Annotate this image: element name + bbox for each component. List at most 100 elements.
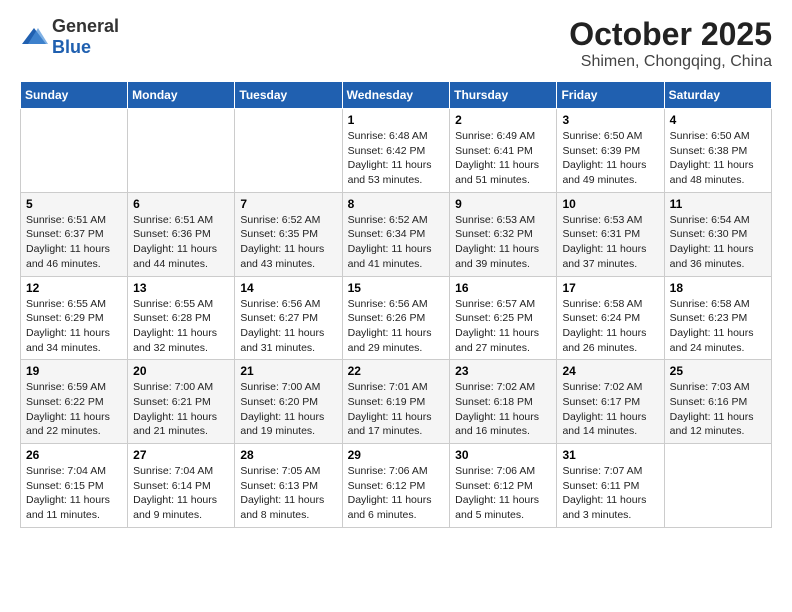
day-number: 5 xyxy=(26,197,122,211)
title-block: October 2025 Shimen, Chongqing, China xyxy=(569,16,772,71)
day-number: 3 xyxy=(562,113,658,127)
calendar-cell: 31 Sunrise: 7:07 AMSunset: 6:11 PMDayligh… xyxy=(557,444,664,528)
calendar-cell: 16 Sunrise: 6:57 AMSunset: 6:25 PMDayligh… xyxy=(450,276,557,360)
day-info: Sunrise: 7:06 AMSunset: 6:12 PMDaylight:… xyxy=(348,464,445,523)
calendar-cell: 10 Sunrise: 6:53 AMSunset: 6:31 PMDayligh… xyxy=(557,192,664,276)
calendar-cell: 27Sunrise: 7:04 AMSunset: 6:14 PMDayligh… xyxy=(128,444,235,528)
calendar-cell: 11Sunrise: 6:54 AMSunset: 6:30 PMDayligh… xyxy=(664,192,771,276)
day-info: Sunrise: 6:55 AMSunset: 6:29 PMDaylight:… xyxy=(26,297,122,356)
day-number: 25 xyxy=(670,364,766,378)
day-number: 21 xyxy=(240,364,336,378)
calendar-cell: 5 Sunrise: 6:51 AMSunset: 6:37 PMDaylight… xyxy=(21,192,128,276)
logo-text: General Blue xyxy=(52,16,119,58)
calendar-cell: 9 Sunrise: 6:53 AMSunset: 6:32 PMDaylight… xyxy=(450,192,557,276)
day-info: Sunrise: 7:04 AMSunset: 6:15 PMDaylight:… xyxy=(26,464,122,523)
day-number: 17 xyxy=(562,281,658,295)
calendar-table: SundayMondayTuesdayWednesdayThursdayFrid… xyxy=(20,81,772,528)
calendar-cell: 21 Sunrise: 7:00 AMSunset: 6:20 PMDayligh… xyxy=(235,360,342,444)
calendar-cell: 24 Sunrise: 7:02 AMSunset: 6:17 PMDayligh… xyxy=(557,360,664,444)
day-info: Sunrise: 6:48 AMSunset: 6:42 PMDaylight:… xyxy=(348,129,445,188)
day-info: Sunrise: 7:04 AMSunset: 6:14 PMDaylight:… xyxy=(133,464,229,523)
day-info: Sunrise: 6:56 AMSunset: 6:26 PMDaylight:… xyxy=(348,297,445,356)
calendar-cell: 19 Sunrise: 6:59 AMSunset: 6:22 PMDayligh… xyxy=(21,360,128,444)
calendar-cell: 7Sunrise: 6:52 AMSunset: 6:35 PMDaylight… xyxy=(235,192,342,276)
day-number: 9 xyxy=(455,197,551,211)
day-number: 29 xyxy=(348,448,445,462)
day-info: Sunrise: 7:00 AMSunset: 6:20 PMDaylight:… xyxy=(240,380,336,439)
weekday-header-wednesday: Wednesday xyxy=(342,82,450,109)
calendar-cell: 20 Sunrise: 7:00 AMSunset: 6:21 PMDayligh… xyxy=(128,360,235,444)
day-number: 19 xyxy=(26,364,122,378)
calendar-cell: 12 Sunrise: 6:55 AMSunset: 6:29 PMDayligh… xyxy=(21,276,128,360)
day-info: Sunrise: 6:53 AMSunset: 6:31 PMDaylight:… xyxy=(562,213,658,272)
day-number: 8 xyxy=(348,197,445,211)
day-number: 15 xyxy=(348,281,445,295)
calendar-cell xyxy=(235,109,342,193)
calendar-cell: 28Sunrise: 7:05 AMSunset: 6:13 PMDayligh… xyxy=(235,444,342,528)
week-row-1: 1Sunrise: 6:48 AMSunset: 6:42 PMDaylight… xyxy=(21,109,772,193)
weekday-header-row: SundayMondayTuesdayWednesdayThursdayFrid… xyxy=(21,82,772,109)
week-row-3: 12 Sunrise: 6:55 AMSunset: 6:29 PMDayligh… xyxy=(21,276,772,360)
day-number: 31 xyxy=(562,448,658,462)
weekday-header-monday: Monday xyxy=(128,82,235,109)
day-info: Sunrise: 7:06 AMSunset: 6:12 PMDaylight:… xyxy=(455,464,551,523)
day-info: Sunrise: 7:02 AMSunset: 6:17 PMDaylight:… xyxy=(562,380,658,439)
calendar-cell: 29 Sunrise: 7:06 AMSunset: 6:12 PMDayligh… xyxy=(342,444,450,528)
calendar-cell: 17 Sunrise: 6:58 AMSunset: 6:24 PMDayligh… xyxy=(557,276,664,360)
day-info: Sunrise: 7:00 AMSunset: 6:21 PMDaylight:… xyxy=(133,380,229,439)
calendar-cell: 14Sunrise: 6:56 AMSunset: 6:27 PMDayligh… xyxy=(235,276,342,360)
day-info: Sunrise: 6:53 AMSunset: 6:32 PMDaylight:… xyxy=(455,213,551,272)
day-info: Sunrise: 6:58 AMSunset: 6:24 PMDaylight:… xyxy=(562,297,658,356)
month-title: October 2025 xyxy=(569,16,772,53)
day-number: 20 xyxy=(133,364,229,378)
day-info: Sunrise: 7:07 AMSunset: 6:11 PMDaylight:… xyxy=(562,464,658,523)
logo-general: General xyxy=(52,16,119,36)
logo-icon xyxy=(20,26,48,48)
day-info: Sunrise: 6:51 AMSunset: 6:37 PMDaylight:… xyxy=(26,213,122,272)
weekday-header-sunday: Sunday xyxy=(21,82,128,109)
day-info: Sunrise: 6:49 AMSunset: 6:41 PMDaylight:… xyxy=(455,129,551,188)
weekday-header-saturday: Saturday xyxy=(664,82,771,109)
day-number: 26 xyxy=(26,448,122,462)
day-info: Sunrise: 6:59 AMSunset: 6:22 PMDaylight:… xyxy=(26,380,122,439)
day-info: Sunrise: 7:02 AMSunset: 6:18 PMDaylight:… xyxy=(455,380,551,439)
day-info: Sunrise: 6:57 AMSunset: 6:25 PMDaylight:… xyxy=(455,297,551,356)
day-number: 12 xyxy=(26,281,122,295)
calendar-cell: 30Sunrise: 7:06 AMSunset: 6:12 PMDayligh… xyxy=(450,444,557,528)
calendar-cell: 1Sunrise: 6:48 AMSunset: 6:42 PMDaylight… xyxy=(342,109,450,193)
day-info: Sunrise: 7:01 AMSunset: 6:19 PMDaylight:… xyxy=(348,380,445,439)
weekday-header-friday: Friday xyxy=(557,82,664,109)
calendar-cell: 15 Sunrise: 6:56 AMSunset: 6:26 PMDayligh… xyxy=(342,276,450,360)
day-info: Sunrise: 7:05 AMSunset: 6:13 PMDaylight:… xyxy=(240,464,336,523)
calendar-cell: 18 Sunrise: 6:58 AMSunset: 6:23 PMDayligh… xyxy=(664,276,771,360)
weekday-header-tuesday: Tuesday xyxy=(235,82,342,109)
location-title: Shimen, Chongqing, China xyxy=(569,53,772,71)
day-number: 18 xyxy=(670,281,766,295)
day-number: 10 xyxy=(562,197,658,211)
calendar-cell: 3 Sunrise: 6:50 AMSunset: 6:39 PMDaylight… xyxy=(557,109,664,193)
day-info: Sunrise: 6:52 AMSunset: 6:34 PMDaylight:… xyxy=(348,213,445,272)
day-info: Sunrise: 6:54 AMSunset: 6:30 PMDaylight:… xyxy=(670,213,766,272)
day-number: 16 xyxy=(455,281,551,295)
day-info: Sunrise: 6:58 AMSunset: 6:23 PMDaylight:… xyxy=(670,297,766,356)
day-info: Sunrise: 6:50 AMSunset: 6:39 PMDaylight:… xyxy=(562,129,658,188)
day-info: Sunrise: 6:51 AMSunset: 6:36 PMDaylight:… xyxy=(133,213,229,272)
week-row-4: 19 Sunrise: 6:59 AMSunset: 6:22 PMDayligh… xyxy=(21,360,772,444)
day-number: 24 xyxy=(562,364,658,378)
weekday-header-thursday: Thursday xyxy=(450,82,557,109)
day-info: Sunrise: 6:56 AMSunset: 6:27 PMDaylight:… xyxy=(240,297,336,356)
day-info: Sunrise: 6:52 AMSunset: 6:35 PMDaylight:… xyxy=(240,213,336,272)
day-info: Sunrise: 7:03 AMSunset: 6:16 PMDaylight:… xyxy=(670,380,766,439)
day-info: Sunrise: 6:55 AMSunset: 6:28 PMDaylight:… xyxy=(133,297,229,356)
calendar-cell: 2Sunrise: 6:49 AMSunset: 6:41 PMDaylight… xyxy=(450,109,557,193)
calendar-cell: 23 Sunrise: 7:02 AMSunset: 6:18 PMDayligh… xyxy=(450,360,557,444)
day-number: 23 xyxy=(455,364,551,378)
logo: General Blue xyxy=(20,16,119,58)
calendar-cell xyxy=(128,109,235,193)
calendar-cell: 26 Sunrise: 7:04 AMSunset: 6:15 PMDayligh… xyxy=(21,444,128,528)
day-number: 22 xyxy=(348,364,445,378)
calendar-cell: 13Sunrise: 6:55 AMSunset: 6:28 PMDayligh… xyxy=(128,276,235,360)
calendar-cell xyxy=(21,109,128,193)
day-number: 6 xyxy=(133,197,229,211)
calendar-cell: 22 Sunrise: 7:01 AMSunset: 6:19 PMDayligh… xyxy=(342,360,450,444)
